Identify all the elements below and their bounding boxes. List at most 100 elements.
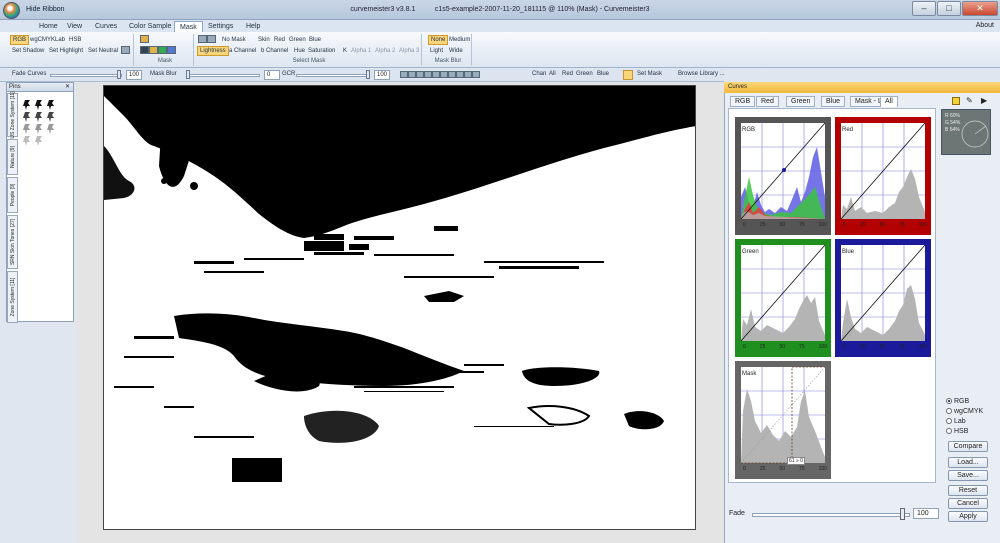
set-neutral-button[interactable]: Set Neutral: [86, 46, 120, 56]
set-highlight-button[interactable]: Set Highlight: [47, 46, 85, 56]
pin-tab-people[interactable]: People [9]: [7, 177, 18, 213]
mask-group-caption: Mask: [157, 58, 173, 64]
tab-view[interactable]: View: [62, 21, 87, 32]
set-mask-dropdown[interactable]: Set Mask: [637, 71, 662, 77]
curve-tab-blue[interactable]: Blue: [821, 96, 846, 107]
select-mask-caption: Select Mask: [292, 58, 326, 64]
save-button[interactable]: Save...: [948, 470, 988, 481]
mode-rgb-radio[interactable]: RGB: [946, 398, 969, 405]
blur-medium-button[interactable]: Medium: [447, 35, 472, 45]
reset-button[interactable]: Reset: [948, 485, 988, 496]
rgb-curve-box[interactable]: RGB 0 25 50 75 100: [735, 117, 831, 235]
k-mask-button[interactable]: K: [341, 46, 349, 56]
hide-ribbon-button[interactable]: Hide Ribbon: [26, 6, 65, 13]
load-button[interactable]: Load...: [948, 457, 988, 468]
close-button[interactable]: ✕: [962, 1, 998, 16]
gcr-value[interactable]: 100: [374, 70, 390, 80]
tool-icons[interactable]: [400, 71, 480, 80]
curve-tab-red[interactable]: Red: [756, 96, 779, 107]
fade-slider-thumb[interactable]: [900, 508, 905, 520]
saturation-mask-button[interactable]: Saturation: [306, 46, 337, 56]
mode-lab-radio[interactable]: Lab: [946, 418, 966, 425]
pin-grid: [22, 98, 62, 148]
pin-icon: [23, 112, 30, 122]
fade-curves-slider[interactable]: [50, 74, 122, 77]
browse-library-button[interactable]: Browse Library ...: [678, 71, 725, 77]
pin-tab-srn-skin-tones[interactable]: SRN Skin Tones [27]: [7, 215, 18, 269]
fade-curves-thumb[interactable]: [117, 70, 121, 79]
apply-button[interactable]: Apply: [948, 511, 988, 522]
select-mask-icons[interactable]: [198, 35, 216, 45]
mask-tool-icon[interactable]: [140, 35, 149, 45]
red-mask-button[interactable]: Red: [272, 35, 287, 45]
fade-curves-value[interactable]: 100: [126, 70, 142, 80]
b-channel-mask-button[interactable]: b Channel: [259, 46, 290, 56]
pin-tab-zone-system[interactable]: Zone System [11]: [7, 271, 18, 323]
alpha-1-button[interactable]: Alpha 1: [349, 46, 373, 56]
color-readout: R 60% G 54% B 54%: [941, 109, 991, 155]
compare-button[interactable]: Compare: [948, 441, 988, 452]
mode-wgcmyk-radio[interactable]: wgCMYK: [946, 408, 983, 415]
tab-settings[interactable]: Settings: [203, 21, 238, 32]
pin-icon[interactable]: [952, 97, 960, 105]
red-curve-box[interactable]: Red 0 25 50 75 100: [835, 117, 931, 235]
gcr-slider[interactable]: [296, 74, 370, 77]
hue-mask-button[interactable]: Hue: [292, 46, 307, 56]
fade-slider[interactable]: [752, 513, 910, 517]
mask-blur-value[interactable]: 0: [264, 70, 280, 80]
pin-icon: [23, 124, 30, 134]
green-tick-labels: 0 25 50 75 100: [743, 344, 827, 350]
rgb-mode-button[interactable]: RGB: [10, 35, 30, 45]
eyedropper-icon[interactable]: [121, 46, 130, 56]
minimize-button[interactable]: –: [912, 1, 936, 16]
mask-view-icon[interactable]: [140, 46, 176, 56]
blur-wide-button[interactable]: Wide: [447, 46, 465, 56]
pin-icon: [35, 112, 42, 122]
eyedropper-icon[interactable]: ✎: [966, 96, 973, 105]
maximize-button[interactable]: □: [937, 1, 961, 16]
mask-blur-slider[interactable]: [186, 74, 260, 77]
hsb-mode-button[interactable]: HSB: [67, 35, 83, 45]
channel-red-button[interactable]: Red: [562, 71, 573, 77]
pin-icon: [47, 124, 54, 134]
app-orb-icon[interactable]: [3, 2, 20, 19]
gcr-thumb[interactable]: [366, 70, 370, 79]
set-mask-icon[interactable]: [623, 70, 633, 80]
curve-tab-all[interactable]: All: [880, 96, 898, 107]
set-shadow-button[interactable]: Set Shadow: [10, 46, 46, 56]
curve-tab-green[interactable]: Green: [786, 96, 816, 107]
tab-mask[interactable]: Mask: [174, 21, 203, 32]
lightness-mask-button[interactable]: Lightness: [197, 46, 229, 56]
blur-none-button[interactable]: None: [428, 35, 449, 45]
mask-image[interactable]: [103, 85, 696, 530]
cancel-button[interactable]: Cancel: [948, 498, 988, 509]
tab-color-sample[interactable]: Color Sample: [124, 21, 176, 32]
green-mask-button[interactable]: Green: [287, 35, 308, 45]
channel-green-button[interactable]: Green: [576, 71, 593, 77]
mask-blur-thumb[interactable]: [186, 70, 190, 79]
blue-curve-box[interactable]: Blue 0 25 50 75 100: [835, 239, 931, 357]
blue-mask-button[interactable]: Blue: [307, 35, 323, 45]
lab-mode-button[interactable]: Lab: [53, 35, 67, 45]
tab-help[interactable]: Help: [241, 21, 265, 32]
tab-curves[interactable]: Curves: [90, 21, 122, 32]
mode-hsb-radio[interactable]: HSB: [946, 428, 968, 435]
skin-mask-button[interactable]: Skin: [256, 35, 272, 45]
channel-blue-button[interactable]: Blue: [597, 71, 609, 77]
play-icon[interactable]: ▶: [981, 96, 987, 105]
fade-value[interactable]: 100: [913, 508, 939, 519]
close-icon[interactable]: ✕: [65, 83, 70, 91]
mask-curve-box[interactable]: Mask 61 » 0 0 25 50 75 100: [735, 361, 831, 479]
alpha-3-button[interactable]: Alpha 3: [397, 46, 421, 56]
about-link[interactable]: About: [976, 22, 994, 29]
curve-tab-rgb[interactable]: RGB: [730, 96, 756, 107]
a-channel-mask-button[interactable]: a Channel: [227, 46, 258, 56]
green-curve-box[interactable]: Green 0 25 50 75 100: [735, 239, 831, 357]
tab-home[interactable]: Home: [34, 21, 63, 32]
pin-tab-us-zone-system[interactable]: US Zone System [11]: [7, 91, 18, 139]
blur-light-button[interactable]: Light: [428, 46, 445, 56]
no-mask-dropdown[interactable]: No Mask: [220, 35, 248, 45]
channel-all-button[interactable]: All: [549, 71, 556, 77]
alpha-2-button[interactable]: Alpha 2: [373, 46, 397, 56]
pin-tab-nature[interactable]: Nature [9]: [7, 139, 18, 175]
